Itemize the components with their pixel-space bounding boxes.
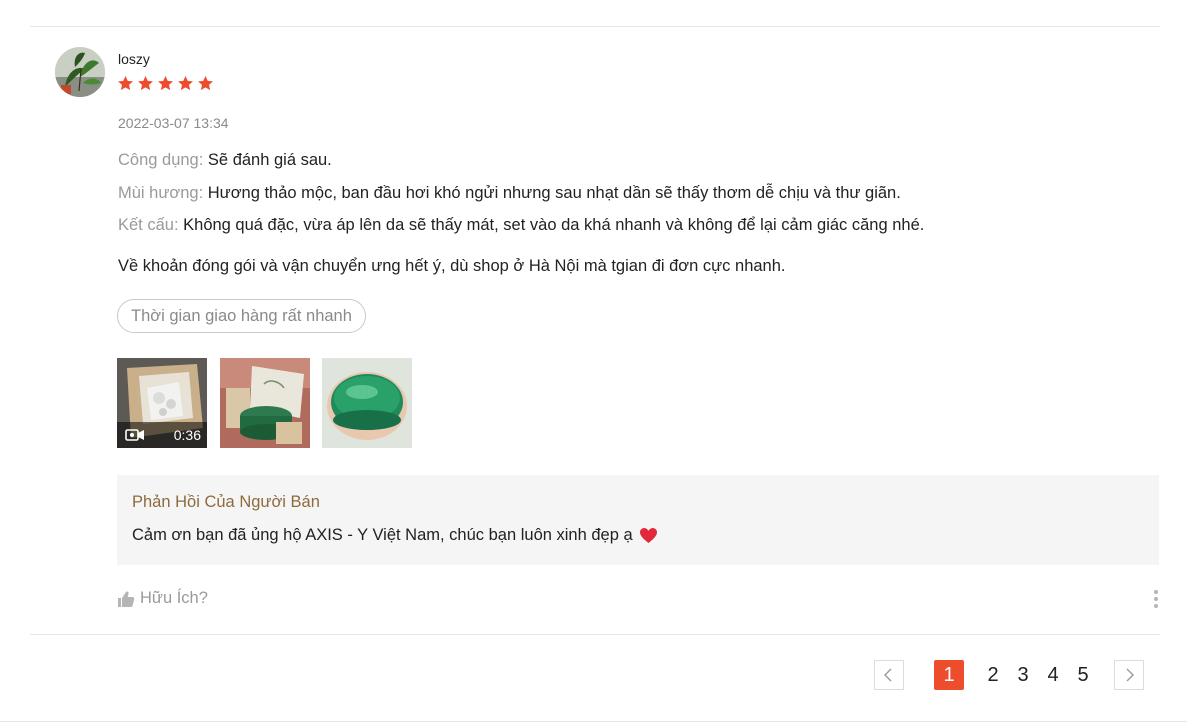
star-icon <box>157 75 174 92</box>
review-date: 2022-03-07 13:34 <box>118 115 229 131</box>
thumbs-up-icon <box>117 590 135 608</box>
review-image-thumbnail[interactable] <box>322 358 412 448</box>
pagination-page-3[interactable]: 3 <box>1012 660 1034 690</box>
video-duration: 0:36 <box>173 427 201 443</box>
pagination-page-1[interactable]: 1 <box>934 660 964 690</box>
seller-reply-content: Cảm ơn bạn đã ủng hộ AXIS - Y Việt Nam, … <box>132 526 658 545</box>
attribute-value: Sẽ đánh giá sau. <box>207 151 332 169</box>
pagination-page-5[interactable]: 5 <box>1072 660 1094 690</box>
attribute-usage: Công dụng: Sẽ đánh giá sau. <box>118 151 332 170</box>
seller-reply-title: Phản Hồi Của Người Bán <box>132 493 320 511</box>
user-avatar[interactable] <box>55 47 105 97</box>
star-icon <box>137 75 154 92</box>
attribute-label: Công dụng: <box>118 151 204 169</box>
star-icon <box>177 75 194 92</box>
helpful-button[interactable]: Hữu Ích? <box>117 589 208 608</box>
heart-icon <box>639 527 658 544</box>
review-image-thumbnail[interactable] <box>220 358 310 448</box>
review-video-thumbnail[interactable]: 0:36 <box>117 358 207 448</box>
helpful-label: Hữu Ích? <box>140 589 208 607</box>
seller-reply-box: Phản Hồi Của Người Bán Cảm ơn bạn đã ủng… <box>117 475 1159 565</box>
avatar-image <box>55 47 105 97</box>
attribute-label: Mùi hương: <box>118 184 204 202</box>
attribute-value: Hương thảo mộc, ban đầu hơi khó ngửi như… <box>207 184 901 202</box>
pagination-page-4[interactable]: 4 <box>1042 660 1064 690</box>
pagination-next-button[interactable] <box>1114 660 1144 690</box>
review-body: Về khoản đóng gói và vận chuyển ưng hết … <box>118 257 786 275</box>
product-photo <box>322 358 412 448</box>
pagination-prev-button[interactable] <box>874 660 904 690</box>
bottom-divider <box>30 634 1160 635</box>
video-camera-icon <box>125 429 144 441</box>
video-info-bar: 0:36 <box>117 422 207 448</box>
attribute-texture: Kết cấu: Không quá đặc, vừa áp lên da sẽ… <box>118 216 924 235</box>
product-photo <box>220 358 310 448</box>
chevron-left-icon <box>884 668 892 682</box>
attribute-scent: Mùi hương: Hương thảo mộc, ban đầu hơi k… <box>118 184 901 203</box>
star-icon <box>197 75 214 92</box>
reviewer-name[interactable]: loszy <box>118 51 150 67</box>
top-divider <box>30 26 1160 27</box>
rating-stars <box>117 75 214 92</box>
star-icon <box>117 75 134 92</box>
attribute-label: Kết cấu: <box>118 216 179 234</box>
page-bottom-divider <box>0 721 1187 722</box>
pagination-page-2[interactable]: 2 <box>982 660 1004 690</box>
more-vertical-icon[interactable] <box>1151 590 1161 610</box>
attribute-value: Không quá đặc, vừa áp lên da sẽ thấy mát… <box>183 216 925 234</box>
chevron-right-icon <box>1126 668 1134 682</box>
review-tag[interactable]: Thời gian giao hàng rất nhanh <box>117 299 366 333</box>
seller-reply-text: Cảm ơn bạn đã ủng hộ AXIS - Y Việt Nam, … <box>132 526 633 544</box>
